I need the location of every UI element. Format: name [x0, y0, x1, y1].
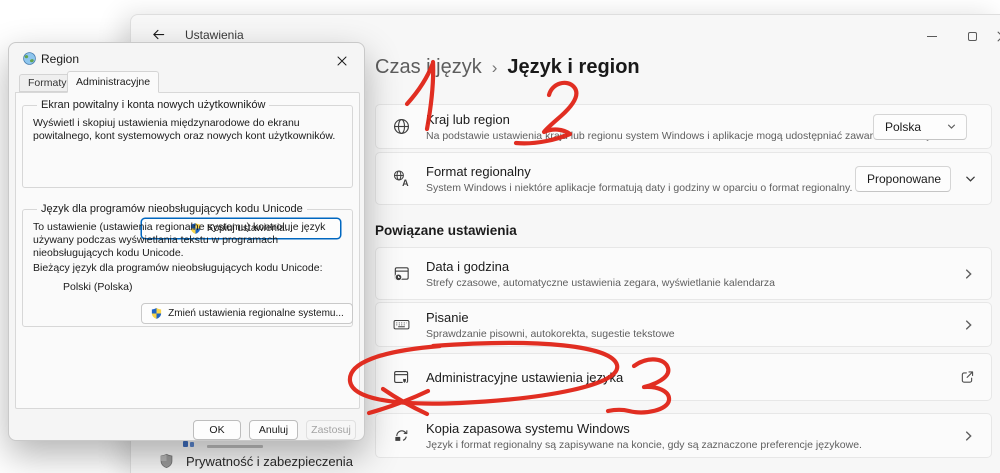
ok-button[interactable]: OK	[193, 420, 241, 440]
chevron-down-icon	[964, 172, 977, 185]
chevron-right-icon	[962, 429, 975, 442]
minimize-icon	[927, 36, 937, 37]
settings-window-title: Ustawienia	[185, 28, 244, 42]
change-system-locale-button[interactable]: Zmień ustawienia regionalne systemu...	[141, 303, 353, 324]
row-regional-format: A Format regionalny System Windows i nie…	[375, 152, 992, 205]
sidebar-item-privacy[interactable]: Prywatność i zabezpieczenia	[159, 453, 353, 469]
country-dropdown-value: Polska	[885, 120, 921, 134]
unicode-groupbox-legend: Język dla programów nieobsługujących kod…	[37, 203, 307, 215]
tab-administracyjne[interactable]: Administracyjne	[67, 71, 159, 93]
admin-row-title: Administracyjne ustawienia języka	[426, 370, 623, 385]
welcome-groupbox-legend: Ekran powitalny i konta nowych użytkowni…	[37, 99, 269, 111]
dialog-title: Region	[41, 52, 79, 66]
maximize-button[interactable]	[957, 27, 987, 45]
chevron-right-icon	[962, 267, 975, 280]
shield-icon	[159, 453, 174, 469]
row-country-or-region: Kraj lub region Na podstawie ustawienia …	[375, 104, 992, 149]
dialog-close-button[interactable]	[330, 50, 354, 72]
back-arrow-icon	[151, 27, 166, 42]
keyboard-icon	[392, 315, 411, 334]
partial-sidebar-icon-fragment	[190, 442, 194, 447]
backup-row-subtitle: Język i format regionalny są zapisywane …	[426, 439, 862, 451]
datetime-row-title: Data i godzina	[426, 259, 775, 274]
breadcrumb-separator: ›	[492, 58, 498, 78]
typing-row-subtitle: Sprawdzanie pisowni, autokorekta, sugest…	[426, 328, 675, 340]
current-unicode-language-value: Polski (Polska)	[63, 281, 342, 293]
minimize-button[interactable]	[917, 27, 947, 45]
typing-row-title: Pisanie	[426, 310, 675, 325]
sidebar-privacy-label: Prywatność i zabezpieczenia	[186, 454, 353, 469]
close-icon	[337, 56, 347, 66]
format-row-subtitle: System Windows i niektóre aplikacje form…	[426, 182, 852, 194]
related-settings-header: Powiązane ustawienia	[375, 223, 517, 238]
admin-language-icon	[392, 368, 411, 387]
breadcrumb-parent[interactable]: Czas i język	[375, 56, 482, 79]
chevron-right-icon	[962, 318, 975, 331]
row-date-time[interactable]: Data i godzina Strefy czasowe, automatyc…	[375, 247, 992, 300]
partial-sidebar-icon-fragment	[183, 441, 188, 447]
close-icon	[997, 31, 1000, 42]
backup-row-title: Kopia zapasowa systemu Windows	[426, 421, 862, 436]
welcome-groupbox-description: Wyświetl i skopiuj ustawienia międzynaro…	[33, 117, 341, 143]
region-dialog: Region Formaty Administracyjne Ekran pow…	[8, 42, 365, 441]
chevron-down-icon	[946, 121, 957, 132]
backup-sync-icon	[392, 426, 411, 445]
format-dropdown[interactable]: Proponowane	[855, 166, 951, 192]
format-dropdown-value: Proponowane	[867, 172, 941, 186]
regional-format-icon: A	[392, 169, 411, 188]
partial-sidebar-label-fragment	[207, 445, 263, 448]
format-expand-button[interactable]	[964, 172, 977, 185]
apply-button-disabled: Zastosuj	[306, 420, 356, 440]
external-link-icon	[960, 370, 975, 385]
region-globe-icon	[22, 51, 37, 66]
row-administrative-language-settings[interactable]: Administracyjne ustawienia języka	[375, 353, 992, 401]
datetime-row-subtitle: Strefy czasowe, automatyczne ustawienia …	[426, 277, 775, 289]
change-system-locale-label: Zmień ustawienia regionalne systemu...	[168, 308, 344, 319]
breadcrumb: Czas i język › Język i region	[375, 56, 640, 79]
unicode-language-groupbox: Język dla programów nieobsługujących kod…	[22, 203, 353, 327]
welcome-screen-groupbox: Ekran powitalny i konta nowych użytkowni…	[22, 99, 353, 188]
row-windows-backup[interactable]: Kopia zapasowa systemu Windows Język i f…	[375, 413, 992, 458]
close-window-button[interactable]	[987, 27, 1000, 45]
unicode-groupbox-description: To ustawienie (ustawienia regionalne sys…	[33, 221, 341, 260]
globe-icon	[392, 117, 411, 136]
cancel-button[interactable]: Anuluj	[249, 420, 298, 440]
current-unicode-language-label: Bieżący język dla programów nieobsługują…	[33, 262, 341, 275]
format-row-title: Format regionalny	[426, 164, 852, 179]
country-row-subtitle: Na podstawie ustawienia kraju lub region…	[426, 130, 929, 142]
country-row-title: Kraj lub region	[426, 112, 929, 127]
desktop: Ustawienia Czas i język › Język i region…	[0, 0, 1000, 473]
uac-shield-icon	[150, 307, 163, 320]
svg-text:A: A	[402, 178, 409, 188]
tab-page-administrative: Ekran powitalny i konta nowych użytkowni…	[15, 92, 360, 409]
row-typing[interactable]: Pisanie Sprawdzanie pisowni, autokorekta…	[375, 302, 992, 347]
maximize-icon	[968, 32, 977, 41]
page-title: Język i region	[507, 56, 639, 79]
country-dropdown[interactable]: Polska	[873, 114, 967, 140]
calendar-clock-icon	[392, 264, 411, 283]
